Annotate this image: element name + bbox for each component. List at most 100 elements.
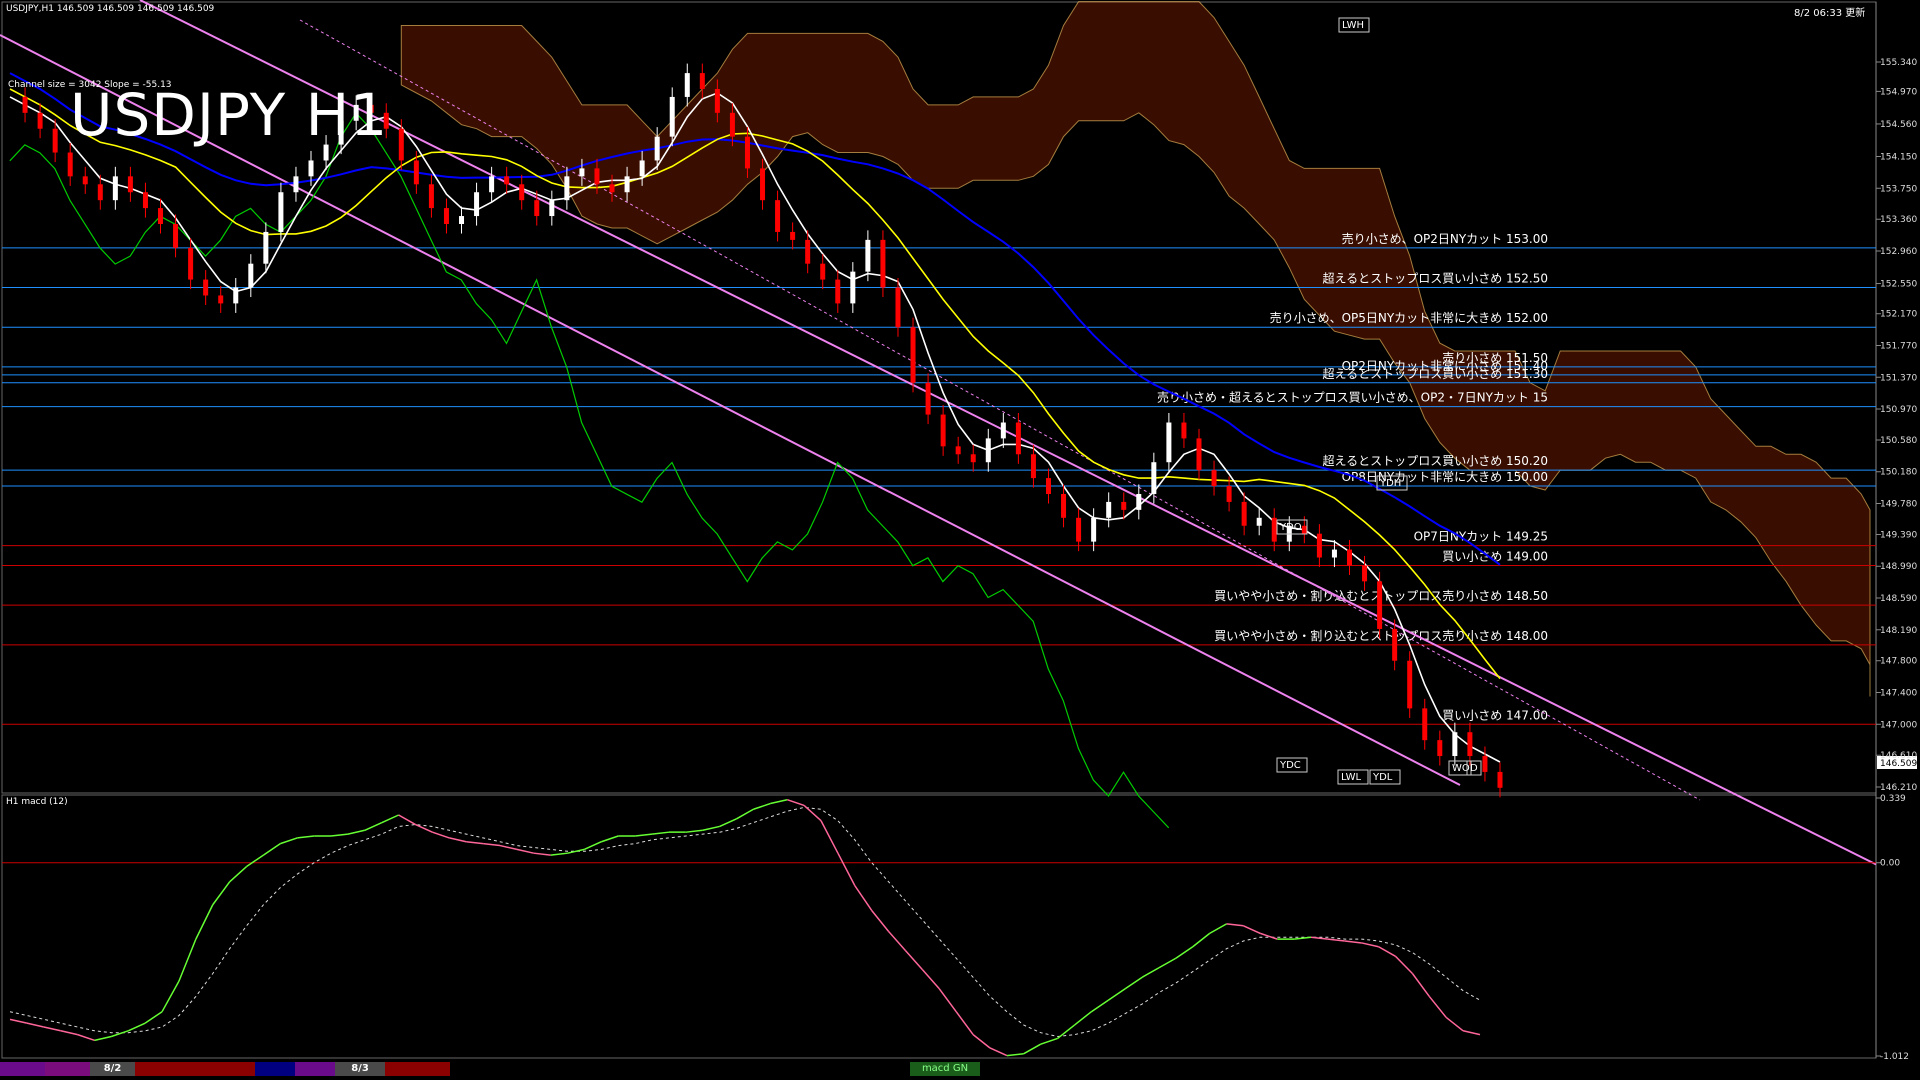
price-tick-label: 152.960	[1880, 247, 1917, 257]
price-tick-label: 154.560	[1880, 120, 1917, 130]
candle-body	[1211, 470, 1217, 487]
macd-pane-label: H1 macd (12)	[6, 797, 68, 807]
candle-body	[112, 176, 118, 201]
macd-tick-label: 0.00	[1880, 859, 1900, 869]
price-tick-label: 147.400	[1880, 689, 1917, 699]
candle-body	[97, 184, 103, 201]
candle-body	[519, 184, 525, 201]
candle-body	[278, 192, 284, 232]
price-tick-label: 148.590	[1880, 594, 1917, 604]
price-tick-label: 154.970	[1880, 87, 1917, 97]
candle-body	[1271, 517, 1277, 542]
candle-body	[428, 184, 434, 209]
candle-body	[1362, 565, 1368, 582]
candle-body	[188, 247, 194, 280]
candle-body	[729, 112, 735, 137]
strip-label-1: 8/3	[335, 1062, 385, 1076]
price-tick-label: 150.970	[1880, 405, 1917, 415]
candle-body	[880, 239, 886, 288]
candle-body	[203, 279, 209, 296]
candle-body	[1000, 422, 1006, 439]
candle-body	[443, 208, 449, 224]
candle-body	[985, 438, 991, 463]
level-label: 売り小さめ、OP5日NYカット非常に大きめ 152.00	[1270, 310, 1548, 325]
candle-body	[790, 231, 796, 240]
candle-body	[940, 414, 946, 447]
page-title: USDJPY H1	[70, 81, 389, 149]
candle-body	[1241, 501, 1247, 526]
strip-seg	[0, 1062, 45, 1076]
candle-body	[173, 223, 179, 248]
macd-tick-label: -1.012	[1880, 1052, 1909, 1062]
candle-body	[142, 192, 148, 209]
strip-seg	[255, 1062, 295, 1076]
strip-seg	[385, 1062, 450, 1076]
macd-pane-border	[1, 794, 1877, 1059]
level-label: 超えるとストップロス買い小さめ 152.50	[1323, 271, 1548, 286]
candle-body	[1467, 732, 1473, 757]
price-tick-label: 147.800	[1880, 657, 1917, 667]
price-tick-label: 153.360	[1880, 215, 1917, 225]
candle-body	[308, 160, 314, 177]
price-tick-label: 154.150	[1880, 152, 1917, 162]
candle-body	[1392, 628, 1398, 661]
level-label: OP8日NYカット非常に大きめ 150.00	[1342, 470, 1548, 484]
candle-body	[1331, 549, 1337, 558]
price-tick-label: 150.580	[1880, 436, 1917, 446]
level-label: 買いやや小さめ・割り込むとストップロス売り小さめ 148.00	[1214, 628, 1548, 643]
candle-body	[1316, 533, 1322, 558]
candle-body	[1437, 740, 1443, 757]
level-label: 買い小さめ 147.00	[1442, 708, 1548, 722]
candle-body	[398, 128, 404, 161]
marker-label: YDH	[1379, 478, 1401, 489]
candle-body	[1226, 486, 1232, 502]
strip-label-2[interactable]: macd GN	[910, 1062, 980, 1076]
candle-body	[413, 160, 419, 185]
strip-seg	[295, 1062, 335, 1076]
level-label: OP7日NYカット 149.25	[1414, 530, 1548, 544]
candle-body	[1301, 525, 1307, 534]
price-tick-label: 149.780	[1880, 500, 1917, 510]
candle-body	[549, 200, 555, 217]
candle-body	[248, 263, 254, 288]
candle-body	[534, 200, 540, 217]
candle-body	[1106, 501, 1112, 518]
symbol-info: USDJPY,H1 146.509 146.509 146.509 146.50…	[6, 4, 215, 14]
strip-seg	[195, 1062, 255, 1076]
strip-label-0: 8/2	[90, 1062, 135, 1076]
candle-body	[1166, 422, 1172, 463]
candle-body	[1256, 517, 1262, 526]
candle-body	[669, 96, 675, 137]
candle-body	[564, 176, 570, 201]
candle-body	[127, 176, 133, 193]
candle-body	[1377, 581, 1383, 629]
level-label: 超えるとストップロス買い小さめ 151.30	[1323, 366, 1548, 381]
candle-body	[82, 176, 88, 185]
candle-body	[1136, 493, 1142, 510]
candle-body	[1482, 756, 1488, 772]
marker-label: YDO	[1279, 522, 1302, 533]
candle-body	[1030, 454, 1036, 479]
candle-body	[699, 73, 705, 89]
level-label: 超えるとストップロス買い小さめ 150.20	[1323, 453, 1548, 468]
candle-body	[1151, 462, 1157, 494]
candle-body	[1121, 501, 1127, 510]
strip-gap	[450, 1062, 910, 1076]
marker-label: YDL	[1372, 772, 1393, 783]
candle-body	[624, 176, 630, 193]
price-tick-label: 155.340	[1880, 58, 1917, 68]
candle-body	[263, 231, 269, 264]
level-label: 売り小さめ、OP2日NYカット 153.00	[1342, 231, 1548, 246]
candle-body	[1422, 708, 1428, 741]
price-tick-label: 147.000	[1880, 720, 1917, 730]
candle-body	[609, 184, 615, 193]
candle-body	[775, 200, 781, 232]
candle-body	[1061, 493, 1067, 518]
macd-tick-label: 0.339	[1880, 794, 1906, 804]
price-tick-label: 152.550	[1880, 280, 1917, 290]
candle-body	[654, 136, 660, 161]
timeline-strip: 8/2 8/3 macd GN	[0, 1062, 1878, 1076]
price-tick-label: 152.170	[1880, 310, 1917, 320]
candle-body	[22, 96, 28, 113]
candle-body	[459, 216, 465, 224]
